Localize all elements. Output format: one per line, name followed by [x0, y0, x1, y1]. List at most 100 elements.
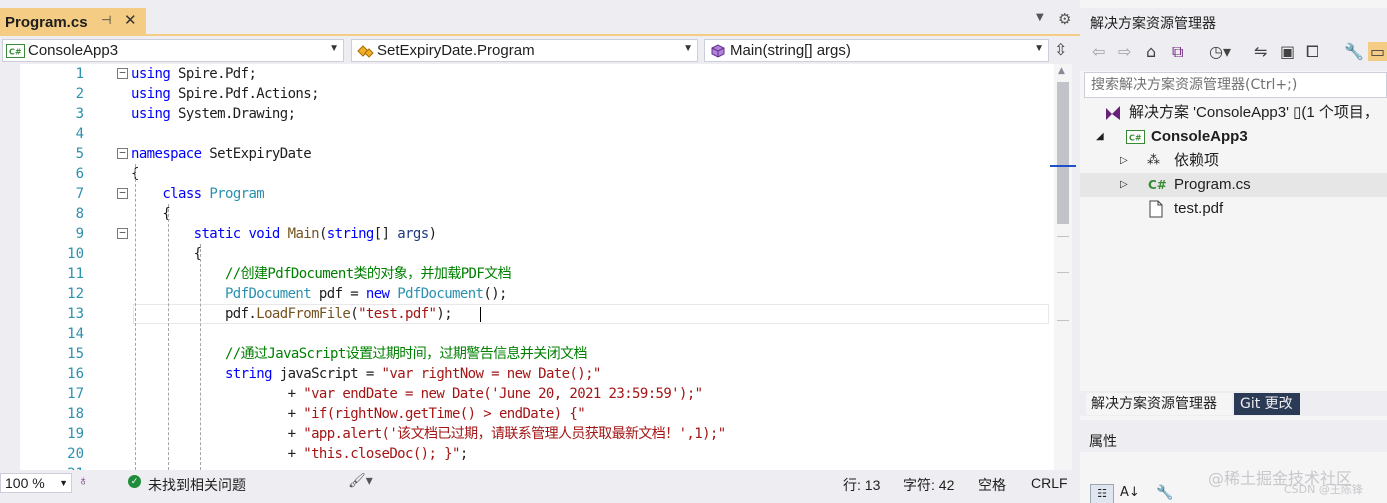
line-number: 9 [75, 226, 84, 242]
tab-solution-explorer[interactable]: 解决方案资源管理器 [1086, 393, 1232, 415]
code-token: (); [483, 286, 507, 302]
zoom-dropdown[interactable]: 100 % ▼ [0, 473, 72, 493]
code-token: namespace [131, 146, 202, 162]
home-icon[interactable]: ⌂ [1146, 42, 1156, 61]
code-line[interactable]: 3 using System.Drawing; [20, 104, 1054, 124]
code-line[interactable]: 5 − namespace SetExpiryDate [20, 144, 1054, 164]
scroll-up-icon[interactable]: ▲ [1058, 66, 1065, 76]
code-token: System.Drawing; [170, 106, 296, 122]
collapse-icon[interactable]: − [117, 67, 128, 79]
code-line[interactable]: 2 using Spire.Pdf.Actions; [20, 84, 1054, 104]
code-line[interactable]: 13 pdf.LoadFromFile("test.pdf"); [20, 304, 1054, 324]
alphabetical-icon[interactable]: A↓ [1120, 485, 1140, 500]
line-ending-indicator[interactable]: CRLF [1031, 475, 1068, 491]
member-dropdown[interactable]: Main(string[] args) ▼ [704, 39, 1049, 62]
tree-item-dependencies[interactable]: ▷ ⁂ 依赖项 [1080, 149, 1387, 173]
code-token: pdf = [311, 286, 366, 302]
tab-list-dropdown-icon[interactable]: ▼ [1036, 12, 1050, 26]
whitespace-indicator[interactable]: 空格 [978, 475, 1006, 495]
chevron-down-icon: ▼ [59, 478, 68, 488]
csharp-project-icon: C# [6, 43, 25, 58]
code-line[interactable]: 16 string javaScript = "var rightNow = n… [20, 364, 1054, 384]
split-window-icon[interactable]: ⇳ [1054, 40, 1067, 59]
csharp-file-icon: C# [1148, 178, 1167, 192]
code-text: //创建PdfDocument类的对象，并加载PDF文档 [131, 264, 512, 284]
code-line[interactable]: 4 [20, 124, 1054, 144]
chevron-down-icon: ▼ [329, 43, 339, 54]
line-indicator[interactable]: 行: 13 [843, 475, 880, 495]
svg-text:C#: C# [9, 47, 22, 56]
tab-git-changes[interactable]: Git 更改 [1234, 393, 1300, 415]
chevron-right-icon[interactable]: ▷ [1120, 149, 1128, 173]
tree-item-program-cs[interactable]: ▷ C# Program.cs [1080, 173, 1387, 197]
code-line[interactable]: 11 //创建PdfDocument类的对象，并加载PDF文档 [20, 264, 1054, 284]
code-token: new [365, 286, 390, 302]
code-text: pdf.LoadFromFile("test.pdf"); [131, 304, 453, 324]
gear-icon[interactable]: ⚙ [1058, 10, 1071, 28]
code-line[interactable]: 12 PdfDocument pdf = new PdfDocument(); [20, 284, 1054, 304]
code-text: using Spire.Pdf.Actions; [131, 84, 320, 104]
code-line[interactable]: 19 + "app.alert('该文档已过期，请联系管理人员获取最新文档！',… [20, 424, 1054, 444]
code-line[interactable]: 7 − class Program [20, 184, 1054, 204]
collapse-icon[interactable]: − [117, 147, 128, 159]
char-indicator[interactable]: 字符: 42 [903, 475, 954, 495]
dependencies-icon: ⁂ [1147, 153, 1160, 168]
code-token: PdfDocument [224, 286, 312, 302]
code-cleanup-icon[interactable]: 🖌▾ [348, 472, 373, 489]
code-line[interactable]: 6{ [20, 164, 1054, 184]
collapse-icon[interactable]: − [117, 187, 128, 199]
tree-item-project[interactable]: ◢ C# ConsoleApp3 [1080, 125, 1387, 149]
switch-views-icon[interactable]: ⧉ [1172, 42, 1183, 62]
wrench-icon[interactable]: 🔧 [1344, 42, 1364, 61]
intellicode-icon[interactable]: ♁ [78, 472, 89, 488]
collapse-icon[interactable]: − [117, 227, 128, 239]
project-label: ConsoleApp3 [28, 42, 119, 59]
issues-status[interactable]: 未找到相关问题 [148, 475, 246, 495]
sync-icon[interactable]: ⇋ [1254, 42, 1267, 61]
code-line[interactable]: 15 //通过JavaScript设置过期时间，过期警告信息并关闭文档 [20, 344, 1054, 364]
scrollbar-marker [1057, 272, 1069, 273]
code-token: ) [428, 226, 437, 242]
forward-icon[interactable]: ⇨ [1118, 42, 1131, 61]
wrench-icon[interactable]: 🔧 [1156, 485, 1173, 501]
code-line[interactable]: 10 { [20, 244, 1054, 264]
code-line[interactable]: 8 { [20, 204, 1054, 224]
code-line[interactable]: 18 + "if(rightNow.getTime() > endDate) {… [20, 404, 1054, 424]
code-line[interactable]: 1 − using Spire.Pdf; [20, 64, 1054, 84]
code-token: SetExpiryDate [201, 146, 312, 162]
code-text-area[interactable]: 1− using Spire.Pdf; 2 using Spire.Pdf.Actio… [0, 64, 1054, 470]
code-text: + "this.closeDoc(); }"; [131, 444, 469, 464]
tab-program-cs[interactable]: Program.cs ⊣ ✕ [0, 8, 146, 36]
categorized-icon[interactable]: ☷ [1090, 484, 1114, 503]
vertical-scrollbar[interactable]: ▲ [1054, 64, 1072, 470]
project-dropdown[interactable]: C# ConsoleApp3 ▼ [2, 39, 344, 62]
code-line[interactable]: 14 [20, 324, 1054, 344]
preview-icon[interactable]: ▭ [1368, 42, 1387, 61]
show-all-files-icon[interactable]: ⧠ [1306, 42, 1319, 62]
code-line[interactable]: 20 + "this.closeDoc(); }"; [20, 444, 1054, 464]
pin-icon[interactable]: ⊣ [101, 13, 111, 27]
collapse-all-icon[interactable]: ▣ [1280, 42, 1295, 61]
code-token: //创建PdfDocument类的对象，并加载PDF文档 [224, 266, 512, 282]
code-token: string [224, 366, 273, 382]
chevron-right-icon[interactable]: ▷ [1120, 173, 1128, 197]
code-line[interactable]: 17 + "var endDate = new Date('June 20, 2… [20, 384, 1054, 404]
solution-search-input[interactable]: 搜索解决方案资源管理器(Ctrl+;) [1084, 72, 1387, 98]
tree-item-solution[interactable]: 解决方案 'ConsoleApp3' ▯(1 个项目， [1080, 101, 1387, 125]
line-number: 2 [75, 86, 84, 102]
close-icon[interactable]: ✕ [124, 11, 137, 29]
line-number: 18 [67, 406, 84, 422]
chevron-expanded-icon[interactable]: ◢ [1096, 125, 1104, 149]
code-text: { [131, 244, 202, 264]
scrollbar-thumb[interactable] [1057, 82, 1069, 224]
line-number: 1 [75, 66, 84, 82]
tree-item-test-pdf[interactable]: test.pdf [1080, 197, 1387, 221]
line-number: 14 [67, 326, 84, 342]
back-icon[interactable]: ⇦ [1092, 42, 1105, 61]
code-line[interactable]: 9 − static void Main(string[] args) [20, 224, 1054, 244]
type-dropdown[interactable]: SetExpiryDate.Program ▼ [351, 39, 698, 62]
code-token: Spire.Pdf; [170, 66, 257, 82]
pending-changes-icon[interactable]: ◷▾ [1209, 42, 1231, 61]
